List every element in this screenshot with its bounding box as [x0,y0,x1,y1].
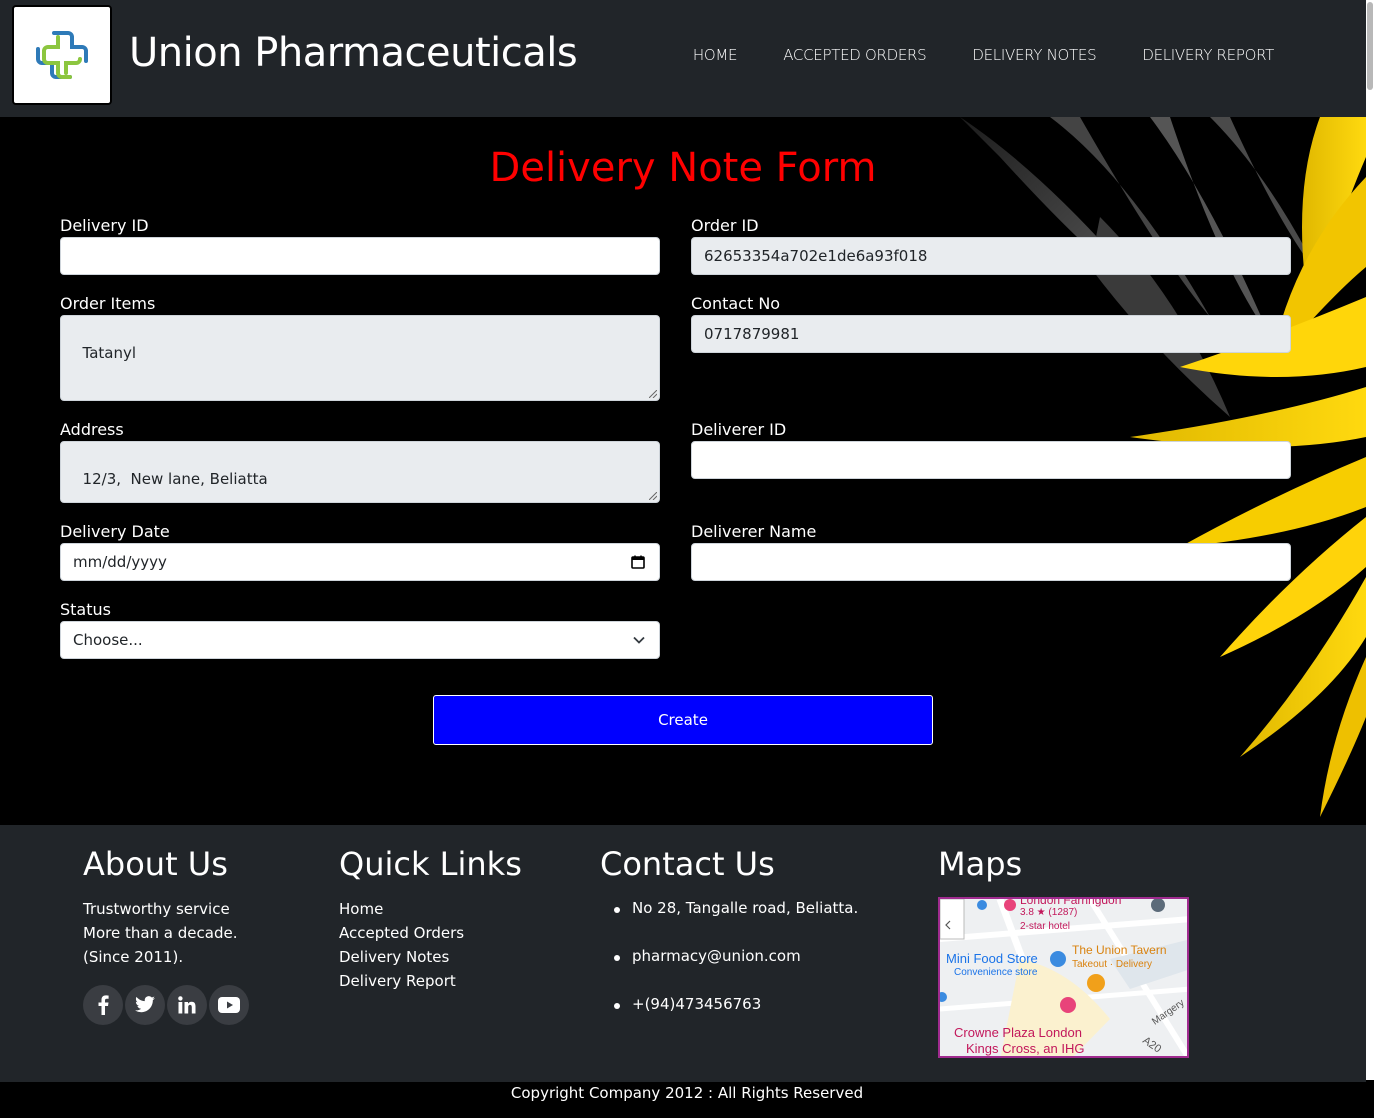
about-us-heading: About Us [83,845,228,883]
facebook-icon[interactable] [83,985,123,1025]
map-label-rating: 3.8 ★ (1287) [1020,907,1078,918]
contact-email[interactable]: pharmacy@union.com [600,947,858,995]
delivery-id-input[interactable] [60,237,660,275]
order-items-label: Order Items [60,294,156,313]
map-label-mini-food-store: Mini Food Store [946,951,1038,966]
address-textarea[interactable]: 12/3, New lane, Beliatta [60,441,660,503]
nav-accepted-orders[interactable]: ACCEPTED ORDERS [783,46,926,64]
about-line-2: More than a decade. [83,924,238,942]
social-links [83,985,249,1025]
form-title: Delivery Note Form [489,145,877,191]
brand-name[interactable]: Union Pharmaceuticals [129,30,578,76]
deliverer-name-input[interactable] [691,543,1291,581]
contact-us-heading: Contact Us [600,845,775,883]
order-items-value: Tatanyl [82,344,137,362]
twitter-icon[interactable] [125,985,165,1025]
delivery-date-label: Delivery Date [60,522,170,541]
page-scrollbar[interactable] [1366,0,1374,1080]
status-label: Status [60,600,111,619]
order-id-input[interactable]: 62653354a702e1de6a93f018 [691,237,1291,275]
contact-address: No 28, Tangalle road, Beliatta. [600,899,858,947]
linkedin-icon[interactable] [167,985,207,1025]
nav-home[interactable]: HOME [693,46,738,64]
map-label-crowne-plaza: Crowne Plaza London [954,1025,1082,1040]
map-label-kings-cross: Kings Cross, an IHG [966,1041,1085,1056]
status-selected-value: Choose... [73,631,143,649]
copyright: Copyright Company 2012 : All Rights Rese… [0,1082,1374,1118]
about-line-1: Trustworthy service [83,900,230,918]
nav-delivery-report[interactable]: DELIVERY REPORT [1142,46,1274,64]
chevron-down-icon [633,636,645,644]
brand-logo[interactable] [12,5,112,105]
calendar-icon[interactable] [631,555,645,569]
footer-link-accepted-orders[interactable]: Accepted Orders [339,924,464,942]
address-value: 12/3, New lane, Beliatta [82,470,268,488]
delivery-date-value: mm/dd/yyyy [73,553,167,571]
scrollbar-thumb[interactable] [1367,2,1373,90]
about-line-3: (Since 2011). [83,948,184,966]
create-button[interactable]: Create [433,695,933,745]
resize-handle-icon[interactable] [649,390,657,398]
nav-delivery-notes[interactable]: DELIVERY NOTES [972,46,1096,64]
footer: About Us Trustworthy service More than a… [0,825,1366,1082]
delivery-date-input[interactable]: mm/dd/yyyy [60,543,660,581]
main-nav: HOME ACCEPTED ORDERS DELIVERY NOTES DELI… [693,46,1274,64]
contact-no-input[interactable]: 0717879981 [691,315,1291,353]
map-label-hotel-type: 2-star hotel [1020,921,1071,932]
deliverer-name-label: Deliverer Name [691,522,817,541]
map-label-takeout: Takeout · Delivery [1072,959,1153,970]
status-select[interactable]: Choose... [60,621,660,659]
delivery-id-label: Delivery ID [60,216,149,235]
order-id-label: Order ID [691,216,759,235]
maps-heading: Maps [938,845,1023,883]
map-label-farringdon: London Farringdon [1020,897,1122,907]
youtube-icon[interactable] [209,985,249,1025]
contact-list: No 28, Tangalle road, Beliatta. pharmacy… [600,899,858,1043]
navbar: Union Pharmaceuticals HOME ACCEPTED ORDE… [0,0,1366,117]
deliverer-id-input[interactable] [691,441,1291,479]
deliverer-id-label: Deliverer ID [691,420,787,439]
order-items-textarea[interactable]: Tatanyl [60,315,660,401]
footer-link-delivery-notes[interactable]: Delivery Notes [339,948,449,966]
contact-no-label: Contact No [691,294,781,313]
contact-phone[interactable]: +(94)473456763 [600,995,858,1043]
resize-handle-icon[interactable] [649,492,657,500]
address-label: Address [60,420,124,439]
footer-link-delivery-report[interactable]: Delivery Report [339,972,456,990]
medical-cross-logo-icon [36,31,88,79]
embedded-map[interactable]: London Farringdon 3.8 ★ (1287) 2-star ho… [938,897,1189,1058]
quick-links-heading: Quick Links [339,845,522,883]
map-label-convenience-store: Convenience store [954,967,1038,978]
footer-link-home[interactable]: Home [339,900,383,918]
map-label-union-tavern: The Union Tavern [1072,943,1167,957]
